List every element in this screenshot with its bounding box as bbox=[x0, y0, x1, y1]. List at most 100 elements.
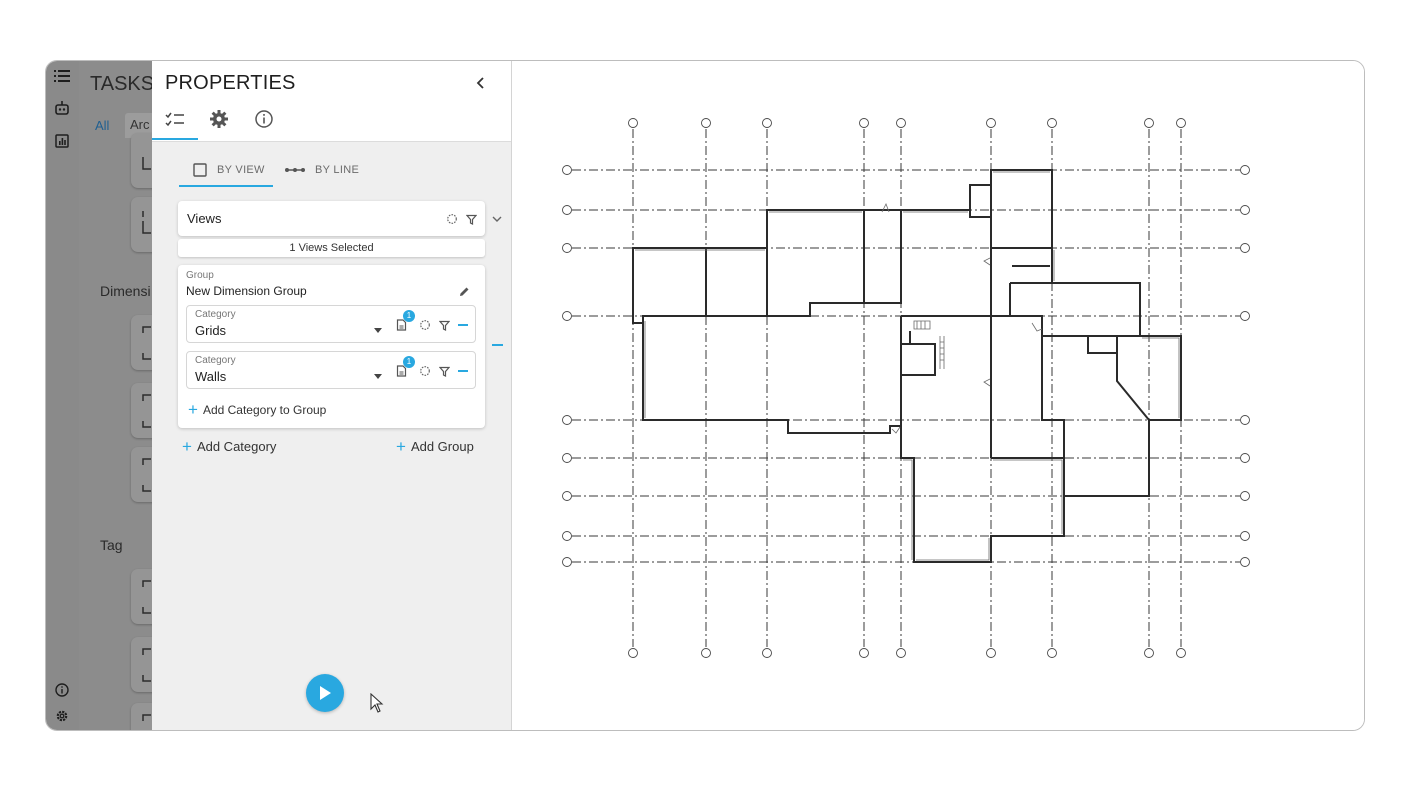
door-swing bbox=[983, 257, 991, 266]
grid-head bbox=[859, 648, 869, 658]
category-caption: Category bbox=[195, 355, 236, 366]
refresh-icon[interactable] bbox=[419, 365, 431, 377]
room-wall bbox=[1116, 336, 1150, 421]
room-wall bbox=[1087, 336, 1118, 354]
grid-head bbox=[762, 648, 772, 658]
refresh-icon[interactable] bbox=[446, 213, 458, 225]
filter-icon[interactable] bbox=[438, 365, 450, 377]
room-wall bbox=[1009, 283, 1140, 337]
properties-title: PROPERTIES bbox=[165, 72, 296, 94]
plus-icon: + bbox=[396, 436, 406, 456]
gear-icon bbox=[210, 110, 228, 128]
floor-plan-drawing[interactable] bbox=[512, 61, 1365, 731]
grid-head bbox=[1240, 557, 1250, 567]
tab-by-view[interactable]: BY VIEW bbox=[193, 153, 265, 187]
section-dimension: Dimensi bbox=[100, 283, 151, 299]
grid-head bbox=[1240, 531, 1250, 541]
tab-all[interactable]: All bbox=[95, 118, 109, 133]
grid-head bbox=[628, 118, 638, 128]
info-icon bbox=[255, 110, 273, 128]
add-group-button[interactable]: + Add Group bbox=[396, 436, 474, 456]
section-tag: Tag bbox=[100, 537, 123, 553]
line-points-icon bbox=[285, 168, 305, 172]
category-select-walls[interactable]: Category Walls 1 bbox=[186, 351, 476, 389]
add-group-label: Add Group bbox=[410, 439, 474, 454]
settings-icon[interactable] bbox=[53, 707, 71, 725]
room-wall bbox=[901, 331, 911, 345]
grid-head bbox=[701, 648, 711, 658]
play-icon bbox=[320, 686, 331, 700]
tab-by-line[interactable]: BY LINE bbox=[285, 153, 359, 187]
drawing-viewport[interactable] bbox=[512, 61, 1365, 731]
grid-head bbox=[1240, 415, 1250, 425]
tab-by-view-label: BY VIEW bbox=[217, 164, 265, 176]
grid-head bbox=[1176, 118, 1186, 128]
grid-head bbox=[562, 165, 572, 175]
grid-head bbox=[1176, 648, 1186, 658]
count-badge: 1 bbox=[403, 356, 415, 368]
info-icon[interactable] bbox=[53, 681, 71, 699]
pencil-icon[interactable] bbox=[458, 285, 471, 298]
grid-head bbox=[1047, 118, 1057, 128]
grid-head bbox=[1240, 453, 1250, 463]
grid-head bbox=[762, 118, 772, 128]
task-list-icon[interactable] bbox=[53, 67, 71, 85]
grid-head bbox=[562, 243, 572, 253]
grid-head bbox=[701, 118, 711, 128]
grid-head bbox=[562, 531, 572, 541]
views-selected-count: 1 Views Selected bbox=[178, 239, 485, 257]
grid-head bbox=[1240, 311, 1250, 321]
grid-head bbox=[1240, 243, 1250, 253]
tab-by-line-label: BY LINE bbox=[315, 164, 360, 176]
remove-category-icon[interactable] bbox=[458, 370, 468, 372]
stair-detail bbox=[913, 320, 931, 330]
report-icon[interactable] bbox=[53, 132, 71, 150]
grid-head bbox=[562, 415, 572, 425]
plus-icon: + bbox=[182, 436, 192, 456]
mode-tab-underline bbox=[179, 185, 273, 187]
checklist-icon bbox=[165, 112, 184, 127]
remove-category-icon[interactable] bbox=[458, 324, 468, 326]
grid-head bbox=[986, 648, 996, 658]
mouse-cursor-icon bbox=[370, 693, 384, 713]
views-label: Views bbox=[187, 211, 222, 226]
stair-detail bbox=[939, 336, 945, 369]
run-button[interactable] bbox=[306, 674, 344, 712]
tab-checklist[interactable] bbox=[163, 108, 187, 130]
category-value: Walls bbox=[195, 369, 227, 384]
grid-head bbox=[1240, 205, 1250, 215]
door-swing bbox=[983, 378, 991, 387]
tasks-title: TASKS bbox=[90, 73, 155, 95]
door-swing bbox=[1031, 322, 1043, 332]
room-wall bbox=[864, 210, 902, 304]
grid-head bbox=[1047, 648, 1057, 658]
collapse-chevron-icon[interactable] bbox=[473, 75, 489, 91]
remove-group-icon[interactable] bbox=[492, 344, 503, 346]
chevron-down-icon[interactable] bbox=[491, 213, 503, 225]
dropdown-caret-icon[interactable] bbox=[374, 374, 382, 379]
filter-icon[interactable] bbox=[438, 319, 450, 331]
grid-head bbox=[562, 453, 572, 463]
wall-inner-line bbox=[635, 171, 1180, 561]
room-wall bbox=[632, 248, 768, 324]
tab-settings[interactable] bbox=[207, 108, 231, 130]
icon-rail bbox=[46, 61, 79, 730]
plus-icon: + bbox=[188, 400, 198, 419]
grid-head bbox=[562, 205, 572, 215]
app-window: TASKS All Arc Dimensi Tag PROPERTIES BY … bbox=[45, 60, 1365, 731]
grid-head bbox=[562, 557, 572, 567]
properties-panel: PROPERTIES BY VIEW BY LINE Views 1 Views… bbox=[152, 61, 512, 730]
tab-info[interactable] bbox=[252, 108, 276, 130]
refresh-icon[interactable] bbox=[419, 319, 431, 331]
views-selector[interactable]: Views bbox=[178, 201, 485, 236]
add-category-to-group-button[interactable]: + Add Category to Group bbox=[188, 400, 326, 419]
robot-icon[interactable] bbox=[53, 99, 71, 117]
dropdown-caret-icon[interactable] bbox=[374, 328, 382, 333]
checkbox-icon bbox=[193, 163, 207, 177]
add-category-button[interactable]: + Add Category bbox=[182, 436, 276, 456]
door-swing bbox=[891, 426, 901, 434]
grid-head bbox=[986, 118, 996, 128]
category-select-grids[interactable]: Category Grids 1 bbox=[186, 305, 476, 343]
filter-icon[interactable] bbox=[465, 213, 477, 225]
room-wall bbox=[990, 170, 1052, 249]
